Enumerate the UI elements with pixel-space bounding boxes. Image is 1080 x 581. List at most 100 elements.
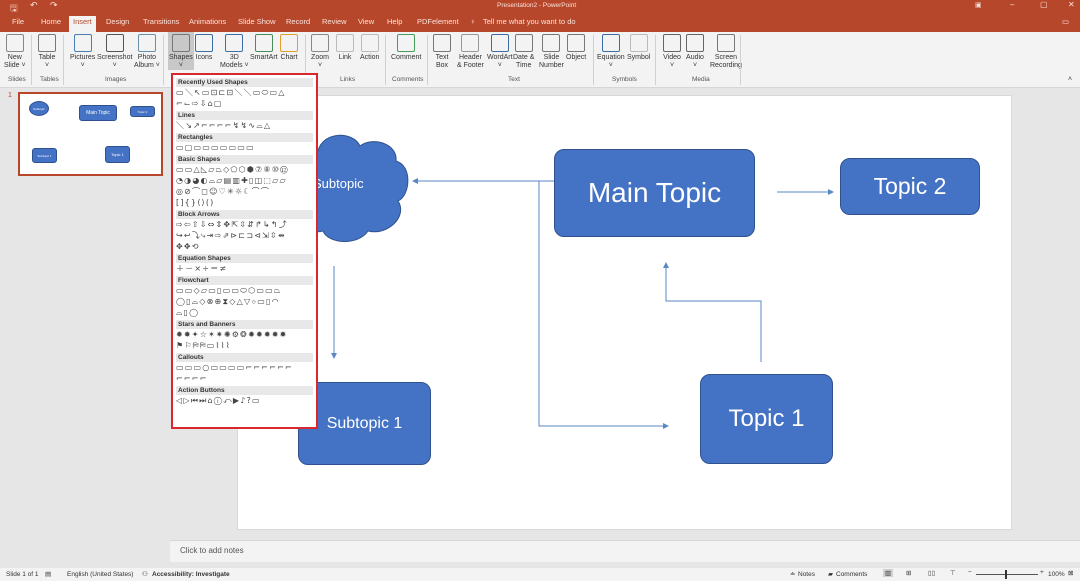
symbol-button[interactable]: Symbol: [627, 34, 650, 62]
slide-number: 1: [8, 92, 12, 99]
shape-row[interactable]: ▭▭◇▱▭▯▭▭⬭⬡▭▭⏢: [176, 285, 313, 296]
tell-me-search[interactable]: Tell me what you want to do: [479, 16, 580, 32]
maximize-icon[interactable]: ▢: [1040, 0, 1048, 9]
comment-button[interactable]: Comment: [391, 34, 421, 62]
slide-sorter-icon[interactable]: ⊞: [906, 569, 911, 577]
shape-row[interactable]: ⚑⚐⛿⛿▭⌇⌇⌇: [176, 340, 313, 351]
zoom-level[interactable]: 100%: [1048, 571, 1065, 578]
thumb-subtopic-1: Subtopic 1: [32, 148, 57, 163]
topic-1-box[interactable]: Topic 1: [700, 374, 833, 464]
fit-to-window-icon[interactable]: ⊠: [1068, 569, 1073, 577]
link-button[interactable]: Link: [336, 34, 354, 62]
action-button[interactable]: Action: [360, 34, 379, 62]
shape-row[interactable]: []{}⟨⟩(): [176, 197, 313, 208]
ribbon-display-icon[interactable]: ▣: [975, 1, 982, 9]
zoom-button[interactable]: Zoom ˅: [311, 34, 329, 70]
photo-album-button[interactable]: Photo Album ˅: [134, 34, 160, 70]
connector-topic-1-to-main: [663, 262, 762, 362]
shape-row[interactable]: ＋－×÷＝≠: [176, 263, 313, 274]
shape-row[interactable]: ⇨⇦⇧⇩⇔⇕✥⇱⇳⇵↱↳↰⤴: [176, 219, 313, 230]
table-button[interactable]: Table ˅: [38, 34, 56, 70]
audio-button[interactable]: Audio ˅: [686, 34, 704, 70]
ribbon-button-label: Object: [566, 54, 587, 61]
shape-row[interactable]: ◯▯⌓◇⊗⊕⧗◇△▽⌔▭▯◠: [176, 296, 313, 307]
comments-button[interactable]: Comments: [836, 571, 867, 578]
reading-view-icon[interactable]: ▯▯: [928, 569, 935, 577]
shape-row[interactable]: ↪↩⤵⤷⇥⇨⇗⊳⊏⊐⊲⇲⇳⇴: [176, 230, 313, 241]
screen-recording-button[interactable]: Screen Recording: [710, 34, 742, 70]
shape-row[interactable]: ▭▭▭○▭▭▭▭⌐⌐⌐⌐⌐⌐: [176, 362, 313, 373]
tab-insert[interactable]: Insert: [69, 16, 96, 32]
shape-row[interactable]: ⌓▯◯: [176, 307, 313, 318]
shape-row[interactable]: ✹✸✦☆✶✷✺⚙❂✹✹✹✹✹: [176, 329, 313, 340]
shape-row[interactable]: ◎⊘⌒◻☺♡✳☼☾⌒⌒: [176, 186, 313, 197]
zoom-slider[interactable]: [976, 574, 1038, 575]
wordart-button[interactable]: WordArt ˅: [487, 34, 513, 70]
tab-review[interactable]: Review: [318, 16, 351, 32]
accessibility-status[interactable]: Accessibility: Investigate: [152, 571, 230, 578]
tab-animations[interactable]: Animations: [185, 16, 230, 32]
chart-button[interactable]: Chart: [280, 34, 298, 62]
new-slide-button[interactable]: New Slide ˅: [4, 34, 26, 70]
shape-row[interactable]: ◁▷⏮⏭⌂ⓘ⤺▶♪?▭: [176, 395, 313, 406]
main-topic-box[interactable]: Main Topic: [554, 149, 755, 237]
screenshot-button[interactable]: Screenshot ˅: [97, 34, 132, 70]
tab-slide-show[interactable]: Slide Show: [234, 16, 280, 32]
video-button[interactable]: Video ˅: [663, 34, 681, 70]
pictures-button[interactable]: Pictures ˅: [70, 34, 95, 70]
ribbon-button-label: Date & Time: [513, 54, 535, 69]
zoom-slider-thumb[interactable]: [1005, 570, 1007, 579]
tab-file[interactable]: File: [8, 16, 28, 32]
3d-models-button[interactable]: 3D Models ˅: [220, 34, 249, 70]
slide-number-button[interactable]: Slide Number: [539, 34, 564, 70]
zoom-in-icon[interactable]: +: [1040, 569, 1044, 576]
minimize-icon[interactable]: –: [1010, 0, 1014, 9]
text-box-icon: [433, 34, 451, 52]
shape-row[interactable]: ▭＼↖▭⊡⊏⊡＼＼▭⬭▭△: [176, 87, 313, 98]
comments-icon[interactable]: ▭: [1058, 16, 1073, 32]
group-divider: [740, 35, 741, 85]
accessibility-icon: ⚇: [142, 571, 148, 578]
slide-canvas[interactable]: Subtopic Main Topic Topic 2 Subtopic 1 T…: [237, 95, 1012, 530]
ribbon-button-label: Audio ˅: [686, 54, 704, 69]
notes-button[interactable]: Notes: [798, 571, 815, 578]
tab-pdfelement[interactable]: PDFelement: [413, 16, 463, 32]
object-button[interactable]: Object: [566, 34, 586, 62]
shapes-button[interactable]: Shapes ˅: [168, 32, 194, 70]
redo-icon[interactable]: ↷: [50, 0, 58, 11]
zoom-out-icon[interactable]: −: [968, 569, 972, 576]
tab-transitions[interactable]: Transitions: [139, 16, 183, 32]
shape-row[interactable]: ▭▢▭▭▭▭▭▭▭: [176, 142, 313, 153]
tab-help[interactable]: Help: [383, 16, 406, 32]
notes-pane[interactable]: Click to add notes: [170, 540, 1080, 562]
slide-thumbnail[interactable]: Subtopic Main Topic Topic 2 Subtopic 1 T…: [18, 92, 163, 176]
shape-row[interactable]: ⌐⌙⇨⇩⌂▢: [176, 98, 313, 109]
icons-button[interactable]: Icons: [195, 34, 213, 62]
equation-button[interactable]: Equation ˅: [597, 34, 625, 70]
shape-row[interactable]: ▭▭△◺▱⏢◇⬠⬡⬢⑦⑧⑩⑫: [176, 164, 313, 175]
shape-section-heading: Callouts: [176, 353, 313, 362]
undo-icon[interactable]: ↶: [30, 0, 38, 11]
language[interactable]: English (United States): [67, 571, 133, 578]
tab-view[interactable]: View: [354, 16, 378, 32]
cloud-label[interactable]: Subtopic: [313, 176, 364, 191]
topic-2-box[interactable]: Topic 2: [840, 158, 980, 215]
slide-show-icon[interactable]: ⊤: [950, 569, 956, 577]
close-icon[interactable]: ✕: [1068, 0, 1075, 9]
tab-home[interactable]: Home: [37, 16, 65, 32]
shape-row[interactable]: ＼↘↗⌐⌐⌐⌐↯↯∿⌓△: [176, 120, 313, 131]
smartart-button[interactable]: SmartArt: [250, 34, 278, 62]
shape-row[interactable]: ⌐⌐⌐⌐: [176, 373, 313, 384]
tab-record[interactable]: Record: [282, 16, 314, 32]
header-footer-button[interactable]: Header & Footer: [457, 34, 484, 70]
spellcheck-icon[interactable]: ▤: [45, 570, 51, 578]
text-box-button[interactable]: Text Box: [433, 34, 451, 70]
group-divider: [63, 35, 64, 85]
date-time-button[interactable]: Date & Time: [513, 34, 534, 70]
tab-design[interactable]: Design: [102, 16, 133, 32]
collapse-ribbon-icon[interactable]: ˄: [1068, 76, 1072, 83]
shape-row[interactable]: ✥✥⟲: [176, 241, 313, 252]
normal-view-icon[interactable]: ▥: [883, 569, 894, 577]
notes-placeholder[interactable]: Click to add notes: [180, 546, 244, 555]
shape-row[interactable]: ◔◑◕◐⌓▱▤▥✚▯◫⬚▱▱: [176, 175, 313, 186]
